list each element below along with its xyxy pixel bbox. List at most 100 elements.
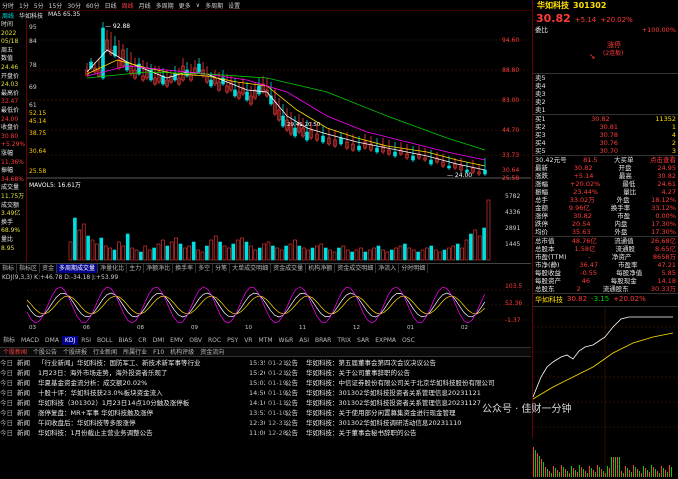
news-item[interactable]: 今日新闻华如科技：1月份截止主营业务调整公告11:00 [0,428,265,438]
subchart-tab[interactable]: 分时明细 [399,264,429,273]
news-time: 15:26 [249,369,265,377]
news-tab[interactable]: F10 [150,348,167,356]
subchart-tab[interactable]: 换手率 [173,264,197,273]
indicator-tab[interactable]: TRIX [334,336,354,345]
period-tab[interactable]: 多周期 [205,1,223,10]
subchart-tab[interactable]: 多周期成交量 [57,264,99,273]
news-tab[interactable]: 个股研报 [60,348,90,356]
news-title[interactable]: 华如科技：301302华如科技投资者关系管理信息20231121 [306,388,531,398]
period-tab[interactable]: 设置 [228,1,240,10]
indicator-tab[interactable]: EXPMA [372,336,399,345]
stat-cell: 35.63 [571,228,591,236]
indicator-tab[interactable]: ASI [296,336,312,345]
news-tab[interactable]: 个股公告 [30,348,60,356]
indicator-tab[interactable]: OBV [186,336,205,345]
news-item[interactable]: 今日新闻华夏基金资金流分析：成交额20.02%15:02 [0,378,265,388]
subchart-tab[interactable]: 主力 [127,264,145,273]
intraday-mini-chart[interactable] [532,307,678,477]
news-title[interactable]: 华如科技：关于董事会秘书辞职的公告 [306,428,531,438]
indicator-tab[interactable]: OSC [399,336,418,345]
news-title[interactable]: 华夏基金资金流分析：成交额20.02% [38,378,246,388]
subchart-tab[interactable]: 指标 [0,264,18,273]
news-item[interactable]: 今日新闻涨停复盘：MR+军事 华如科技触及涨停13:53 [0,408,265,418]
news-item[interactable]: 12-31 公告 华如科技：301302华如科技调研活动信息20231110 [268,418,531,428]
subchart-tab[interactable]: 大单成交明细 [230,264,272,273]
indicator-tab[interactable]: PSY [224,336,241,345]
news-tab[interactable]: 个股新闻 [0,348,30,356]
news-title[interactable]: 午间收盘后：华如科技等多股涨停 [38,418,246,428]
news-item[interactable]: 01-19 公告 华如科技：中信证券股份有限公司关于北京华如科技股份有限公司 [268,378,531,388]
subchart-tab[interactable]: 净额净比 [144,264,174,273]
candlestick-chart[interactable]: 958478696152.1545.1438.7530.6425.5894.60… [27,20,531,262]
indicator-tab[interactable]: 指标 [0,336,18,345]
subchart-tab[interactable]: 资金 [40,264,58,273]
news-tab[interactable]: 行业新闻 [90,348,120,356]
news-title[interactable]: 华如科技：中信证券股份有限公司关于北京华如科技股份有限公司 [306,378,531,388]
period-tab[interactable]: 15分 [49,1,63,10]
field-value: 05/18 [1,38,19,46]
news-title[interactable]: 涨停复盘：MR+军事 华如科技触及涨停 [38,408,246,418]
news-item[interactable]: 12-28 公告 华如科技：关于董事会秘书辞职的公告 [268,428,531,438]
news-title[interactable]: 华如科技：301302华如科技调研活动信息20231110 [306,418,531,428]
period-label: 周线 [2,13,15,20]
stat-cell: 20.54 [571,220,591,228]
news-item[interactable]: 今日新闻十股十评：华如科技获23.0%板块资金流入14:56 [0,388,265,398]
period-tab[interactable]: ∨ [196,2,200,9]
news-item[interactable]: 01-21 公告 华如科技：关于公司董事辞职的公告 [268,368,531,378]
indicator-tab[interactable]: KDJ [61,336,79,345]
news-item[interactable]: 今日新闻 1月23日：海外市场走势，海外投资者乐观了15:26 [0,368,265,378]
period-tab[interactable]: 30分 [67,1,81,10]
news-source: 新闻 [17,399,30,407]
subchart-tab[interactable]: 净量化比 [98,264,128,273]
news-title[interactable]: 十股十评：华如科技获23.0%板块资金流入 [38,388,246,398]
subchart-tab[interactable]: 多空 [196,264,214,273]
period-tab[interactable]: 月线 [139,1,151,10]
indicator-tab[interactable]: W&R [276,336,297,345]
indicator-tab[interactable]: RSI [78,336,94,345]
indicator-tab[interactable]: CR [135,336,149,345]
period-tab[interactable]: 60分 [86,1,100,10]
indicator-tab[interactable]: ROC [205,336,224,345]
period-tab[interactable]: 日线 [105,1,117,10]
indicator-tab[interactable]: MACD [18,336,42,345]
indicator-tab[interactable]: DMI [150,336,168,345]
news-item[interactable]: 今日新闻华如科技（301302）1月23日14点10分触及涨停板14:10 [0,398,265,408]
mini-volume-bar [539,456,540,477]
subchart-tab[interactable]: 净流入 [376,264,400,273]
period-tab[interactable]: 多周期 [156,1,174,10]
indicator-tab[interactable]: EMV [167,336,186,345]
news-source: 新闻 [17,389,30,397]
subchart-tab[interactable]: 机构净额 [306,264,336,273]
news-tab[interactable]: 资金流向 [197,348,227,356]
news-tab[interactable]: 所属行业 [120,348,150,356]
indicator-tab[interactable]: VR [241,336,255,345]
news-title[interactable]: 「行业新闻」华如科技：国防军工、新技术新军事等行业 [38,358,246,368]
news-title[interactable]: 华如科技：关于公司董事辞职的公告 [306,368,531,378]
mini-volume-bar [607,466,608,477]
subchart-tab[interactable]: 资金成交明细 [335,264,377,273]
news-item[interactable]: 01-19 公告 华如科技：301302华如科技投资者关系管理信息20231121 [268,388,531,398]
indicator-tab[interactable]: DMA [42,336,62,345]
kdj-chart[interactable]: 103.5 52.36 -1.37 03 06 08 09 10 11 12 01 02 [27,280,531,330]
news-title[interactable]: 华如科技：1月份截止主营业务调整公告 [38,428,246,438]
indicator-tab[interactable]: BIAS [115,336,135,345]
period-tab[interactable]: 分时 [2,1,14,10]
news-title[interactable]: 华如科技：第五届董事会第四次会议决议公告 [306,358,531,368]
news-item[interactable]: 01-21 公告 华如科技：第五届董事会第四次会议决议公告 [268,358,531,368]
indicator-tab[interactable]: SAR [354,336,372,345]
period-tab[interactable]: 1分 [19,1,29,10]
subchart-tab[interactable]: 资金成交量 [271,264,307,273]
news-title[interactable]: 华如科技（301302）1月23日14点10分触及涨停板 [38,398,246,408]
indicator-tab[interactable]: MTM [255,336,275,345]
period-tab[interactable]: 周线 [122,1,134,10]
indicator-tab[interactable]: BOLL [94,336,115,345]
indicator-tab[interactable]: BRAR [312,336,334,345]
subchart-tab[interactable]: 分笔 [213,264,231,273]
news-title[interactable]: 1月23日：海外市场走势，海外投资者乐观了 [38,368,246,378]
period-tab[interactable]: 5分 [34,1,44,10]
news-item[interactable]: 今日新闻午间收盘后：华如科技等多股涨停12:30 [0,418,265,428]
subchart-tab[interactable]: 指标区 [17,264,41,273]
news-item[interactable]: 今日新闻「行业新闻」华如科技：国防军工、新技术新军事等行业15:35 [0,358,265,368]
period-tab[interactable]: 更多 [179,1,191,10]
news-tab[interactable]: 机构评级 [167,348,197,356]
